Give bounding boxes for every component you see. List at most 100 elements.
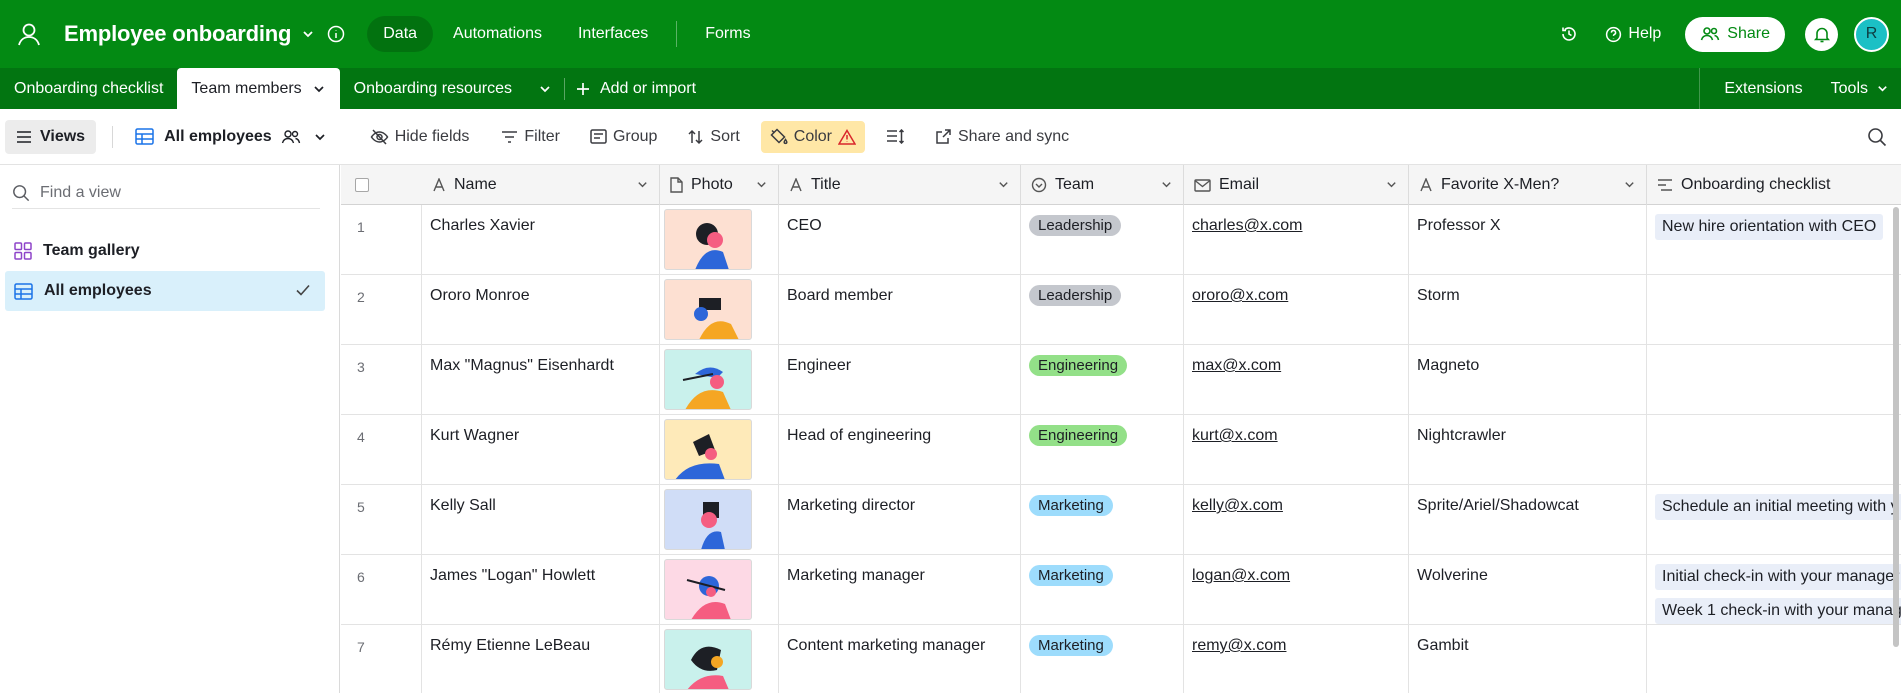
email-cell[interactable]: kelly@x.com xyxy=(1184,485,1409,555)
email-cell[interactable]: max@x.com xyxy=(1184,345,1409,415)
sidebar-item-team-gallery[interactable]: Team gallery xyxy=(5,231,325,271)
home-button[interactable] xyxy=(0,0,58,68)
team-cell[interactable]: Leadership xyxy=(1021,205,1184,275)
title-cell[interactable]: CEO xyxy=(779,205,1021,275)
find-view-input[interactable]: Find a view xyxy=(12,177,320,209)
chevron-down-icon[interactable] xyxy=(301,27,315,41)
team-cell[interactable]: Marketing xyxy=(1021,485,1184,555)
linked-record-chip[interactable]: Initial check-in with your manager xyxy=(1655,564,1901,590)
team-cell[interactable]: Engineering xyxy=(1021,415,1184,485)
photo-cell[interactable] xyxy=(660,625,779,693)
group-button[interactable]: Group xyxy=(581,121,666,153)
name-cell[interactable]: Max "Magnus" Eisenhardt xyxy=(422,345,660,415)
tab-onboarding-checklist[interactable]: Onboarding checklist xyxy=(0,68,177,109)
row-number-cell[interactable]: 1 xyxy=(341,205,422,275)
email-cell[interactable]: logan@x.com xyxy=(1184,555,1409,625)
name-cell[interactable]: Ororo Monroe xyxy=(422,275,660,345)
chevron-down-icon[interactable] xyxy=(1623,178,1636,191)
favorite-xmen-cell[interactable]: Gambit xyxy=(1409,625,1647,693)
history-icon[interactable] xyxy=(1555,20,1583,48)
table-row[interactable]: 7 Rémy Etienne LeBeau Content marketing ma… xyxy=(341,625,1901,693)
views-button[interactable]: Views xyxy=(5,119,97,154)
photo-cell[interactable] xyxy=(660,205,779,275)
email-link[interactable]: charles@x.com xyxy=(1192,217,1303,234)
onboarding-checklist-cell[interactable] xyxy=(1647,415,1901,485)
vertical-scrollbar[interactable] xyxy=(1893,207,1899,647)
email-link[interactable]: remy@x.com xyxy=(1192,637,1286,654)
column-header-favorite-xmen[interactable]: Favorite X-Men? xyxy=(1409,165,1647,205)
nav-forms[interactable]: Forms xyxy=(689,16,766,52)
color-button[interactable]: Color xyxy=(760,120,865,153)
table-row[interactable]: 3 Max "Magnus" Eisenhardt Engineer Engineer… xyxy=(341,345,1901,415)
favorite-xmen-cell[interactable]: Professor X xyxy=(1409,205,1647,275)
row-number-cell[interactable]: 6 xyxy=(341,555,422,625)
name-cell[interactable]: Kurt Wagner xyxy=(422,415,660,485)
table-row[interactable]: 5 Kelly Sall Marketing director Marketing ke… xyxy=(341,485,1901,555)
sort-button[interactable]: Sort xyxy=(678,121,748,153)
row-number-cell[interactable]: 2 xyxy=(341,275,422,345)
title-cell[interactable]: Head of engineering xyxy=(779,415,1021,485)
favorite-xmen-cell[interactable]: Storm xyxy=(1409,275,1647,345)
photo-cell[interactable] xyxy=(660,485,779,555)
current-view-button[interactable]: All employees xyxy=(135,128,327,146)
employee-photo[interactable] xyxy=(664,209,752,270)
employee-photo[interactable] xyxy=(664,559,752,620)
row-number-cell[interactable]: 3 xyxy=(341,345,422,415)
onboarding-checklist-cell[interactable] xyxy=(1647,345,1901,415)
employee-photo[interactable] xyxy=(664,419,752,480)
column-header-onboarding-checklist[interactable]: Onboarding checklist xyxy=(1647,165,1901,205)
sidebar-item-all-employees[interactable]: All employees xyxy=(5,271,325,311)
table-row[interactable]: 4 Kurt Wagner Head of engineering Engineeri… xyxy=(341,415,1901,485)
email-cell[interactable]: ororo@x.com xyxy=(1184,275,1409,345)
favorite-xmen-cell[interactable]: Nightcrawler xyxy=(1409,415,1647,485)
chevron-down-icon[interactable] xyxy=(1385,178,1398,191)
team-cell[interactable]: Leadership xyxy=(1021,275,1184,345)
column-header-title[interactable]: Title xyxy=(779,165,1021,205)
favorite-xmen-cell[interactable]: Wolverine xyxy=(1409,555,1647,625)
title-cell[interactable]: Marketing director xyxy=(779,485,1021,555)
share-button[interactable]: Share xyxy=(1685,16,1785,52)
employee-photo[interactable] xyxy=(664,489,752,550)
nav-interfaces[interactable]: Interfaces xyxy=(562,16,664,52)
email-link[interactable]: logan@x.com xyxy=(1192,567,1290,584)
help-button[interactable]: Help xyxy=(1605,25,1661,43)
tab-onboarding-resources[interactable]: Onboarding resources xyxy=(340,68,526,109)
more-tables-button[interactable] xyxy=(526,68,564,109)
name-cell[interactable]: Rémy Etienne LeBeau xyxy=(422,625,660,693)
onboarding-checklist-cell[interactable] xyxy=(1647,275,1901,345)
email-link[interactable]: max@x.com xyxy=(1192,357,1281,374)
row-number-cell[interactable]: 7 xyxy=(341,625,422,693)
row-number-cell[interactable]: 5 xyxy=(341,485,422,555)
title-cell[interactable]: Content marketing manager xyxy=(779,625,1021,693)
base-title[interactable]: Employee onboarding xyxy=(64,21,291,47)
team-cell[interactable]: Marketing xyxy=(1021,625,1184,693)
photo-cell[interactable] xyxy=(660,415,779,485)
avatar[interactable]: R xyxy=(1854,16,1889,52)
chevron-down-icon[interactable] xyxy=(312,82,326,96)
email-cell[interactable]: remy@x.com xyxy=(1184,625,1409,693)
nav-automations[interactable]: Automations xyxy=(437,16,558,52)
title-cell[interactable]: Marketing manager xyxy=(779,555,1021,625)
nav-data[interactable]: Data xyxy=(367,16,434,52)
employee-photo[interactable] xyxy=(664,629,752,690)
email-cell[interactable]: charles@x.com xyxy=(1184,205,1409,275)
info-icon[interactable] xyxy=(327,25,345,43)
email-link[interactable]: kelly@x.com xyxy=(1192,497,1283,514)
tools-button[interactable]: Tools xyxy=(1817,80,1901,98)
name-cell[interactable]: Charles Xavier xyxy=(422,205,660,275)
team-cell[interactable]: Marketing xyxy=(1021,555,1184,625)
tab-team-members[interactable]: Team members xyxy=(177,68,340,109)
photo-cell[interactable] xyxy=(660,555,779,625)
title-cell[interactable]: Engineer xyxy=(779,345,1021,415)
select-all-cell[interactable] xyxy=(341,165,422,205)
select-all-checkbox[interactable] xyxy=(355,178,369,192)
email-link[interactable]: ororo@x.com xyxy=(1192,287,1288,304)
chevron-down-icon[interactable] xyxy=(997,178,1010,191)
column-header-name[interactable]: Name xyxy=(422,165,660,205)
onboarding-checklist-cell[interactable]: Initial check-in with your manager Week 1… xyxy=(1647,555,1901,625)
column-header-photo[interactable]: Photo xyxy=(660,165,779,205)
table-row[interactable]: 2 Ororo Monroe Board member Leadership ororo… xyxy=(341,275,1901,345)
onboarding-checklist-cell[interactable]: Schedule an initial meeting with y xyxy=(1647,485,1901,555)
onboarding-checklist-cell[interactable]: New hire orientation with CEO xyxy=(1647,205,1901,275)
filter-button[interactable]: Filter xyxy=(492,121,569,153)
